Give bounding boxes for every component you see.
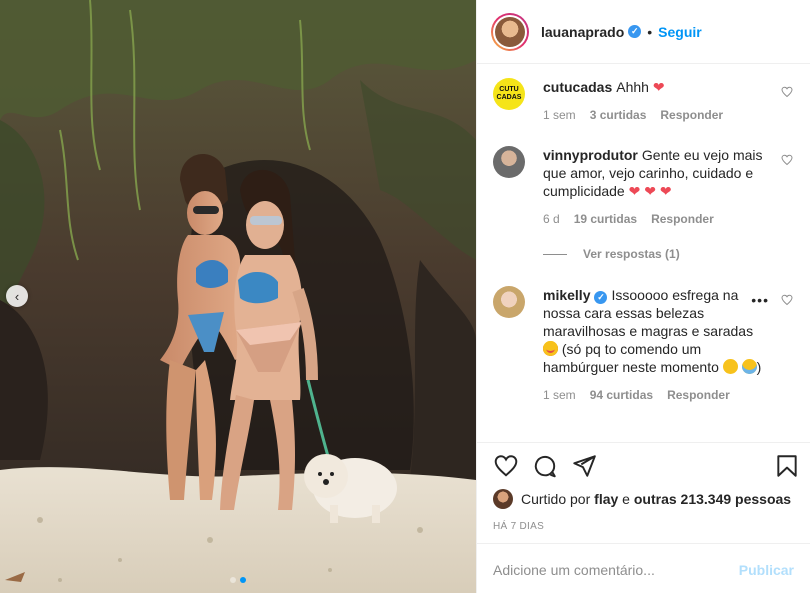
carousel-dot [230,577,236,583]
publish-button[interactable]: Publicar [739,562,794,578]
reply-button[interactable]: Responder [651,212,714,226]
separator-dot: • [647,23,653,40]
star-struck-emoji-icon [543,341,558,356]
comment-text: Ahhh [616,79,649,95]
post-header: lauanaprado ✓ • Seguir [477,0,810,64]
comment-username[interactable]: mikelly [543,287,590,303]
comment-username[interactable]: vinnyprodutor [543,147,638,163]
comment-item: mikelly ✓ Issooooo esfrega na nossa cara e… [493,286,793,402]
liked-by-connector: e [622,491,630,507]
comment-input[interactable] [493,561,739,578]
comment-username[interactable]: cutucadas [543,79,612,95]
liked-by-summary: Curtido por flay e outras 213.349 pessoa… [493,489,791,509]
avatar [495,16,525,47]
like-comment-heart-icon[interactable] [781,154,793,166]
like-comment-heart-icon[interactable] [781,294,793,306]
comment-likes[interactable]: 19 curtidas [574,212,637,226]
story-ring[interactable] [491,12,529,51]
tired-face-emoji-icon [722,359,738,374]
reply-button[interactable]: Responder [667,388,730,402]
comment-age[interactable]: 1 sem [543,108,576,122]
follow-button[interactable]: Seguir [658,24,702,40]
liker-avatar[interactable] [493,489,513,509]
comment-avatar[interactable]: CUTU CADAS [493,78,525,110]
like-heart-icon[interactable] [493,453,519,479]
comment-text-continued: (só pq to comendo um hambúrguer neste mo… [543,341,719,375]
carousel-dot-active [240,577,246,583]
view-replies-button[interactable]: Ver respostas (1) [543,247,680,261]
post-timestamp[interactable]: HÁ 7 DIAS [493,521,544,532]
verified-badge-icon: ✓ [628,25,642,38]
comment-item: vinnyprodutor Gente eu vejo mais que amor… [493,146,793,226]
heart-emoji-icon: ❤ [652,79,665,95]
photo-scene [0,0,476,593]
chevron-left-icon: ‹ [14,288,20,304]
crying-face-emoji-icon [741,359,757,374]
like-comment-heart-icon[interactable] [781,86,793,98]
liked-by-prefix: Curtido por [521,491,591,507]
reply-button[interactable]: Responder [660,108,723,122]
comment-age[interactable]: 6 d [543,212,560,226]
replies-line [543,253,567,255]
comment-item: CUTU CADAS cutucadas Ahhh ❤ 1 sem 3 curti… [493,78,793,122]
comments-list[interactable]: CUTU CADAS cutucadas Ahhh ❤ 1 sem 3 curti… [477,64,810,442]
likes-count-link[interactable]: outras 213.349 pessoas [634,491,791,507]
comment-avatar[interactable] [493,146,525,178]
bookmark-icon[interactable] [774,453,800,479]
share-paper-plane-icon[interactable] [571,453,597,479]
comment-likes[interactable]: 94 curtidas [590,388,653,402]
comment-avatar[interactable] [493,286,525,318]
comment-bubble-icon[interactable] [532,453,558,479]
heart-emoji-icon: ❤ ❤ ❤ [628,183,672,199]
liker-username[interactable]: flay [594,491,618,507]
carousel-prev-button[interactable]: ‹ [6,285,28,307]
post-side-panel: lauanaprado ✓ • Seguir CUTU CADAS cutuca… [476,0,810,593]
comment-options-icon[interactable]: ••• [751,292,769,308]
verified-badge-icon: ✓ [594,291,608,304]
comment-text-end: ) [756,359,762,375]
comment-composer: Publicar [477,543,810,593]
username-link[interactable]: lauanaprado [541,24,624,40]
comment-likes[interactable]: 3 curtidas [590,108,647,122]
carousel-indicator [0,577,476,583]
comment-age[interactable]: 1 sem [543,388,576,402]
view-replies-label: Ver respostas (1) [583,247,680,261]
post-photo[interactable]: ‹ [0,0,476,593]
post-actions: Curtido por flay e outras 213.349 pessoa… [477,442,810,592]
